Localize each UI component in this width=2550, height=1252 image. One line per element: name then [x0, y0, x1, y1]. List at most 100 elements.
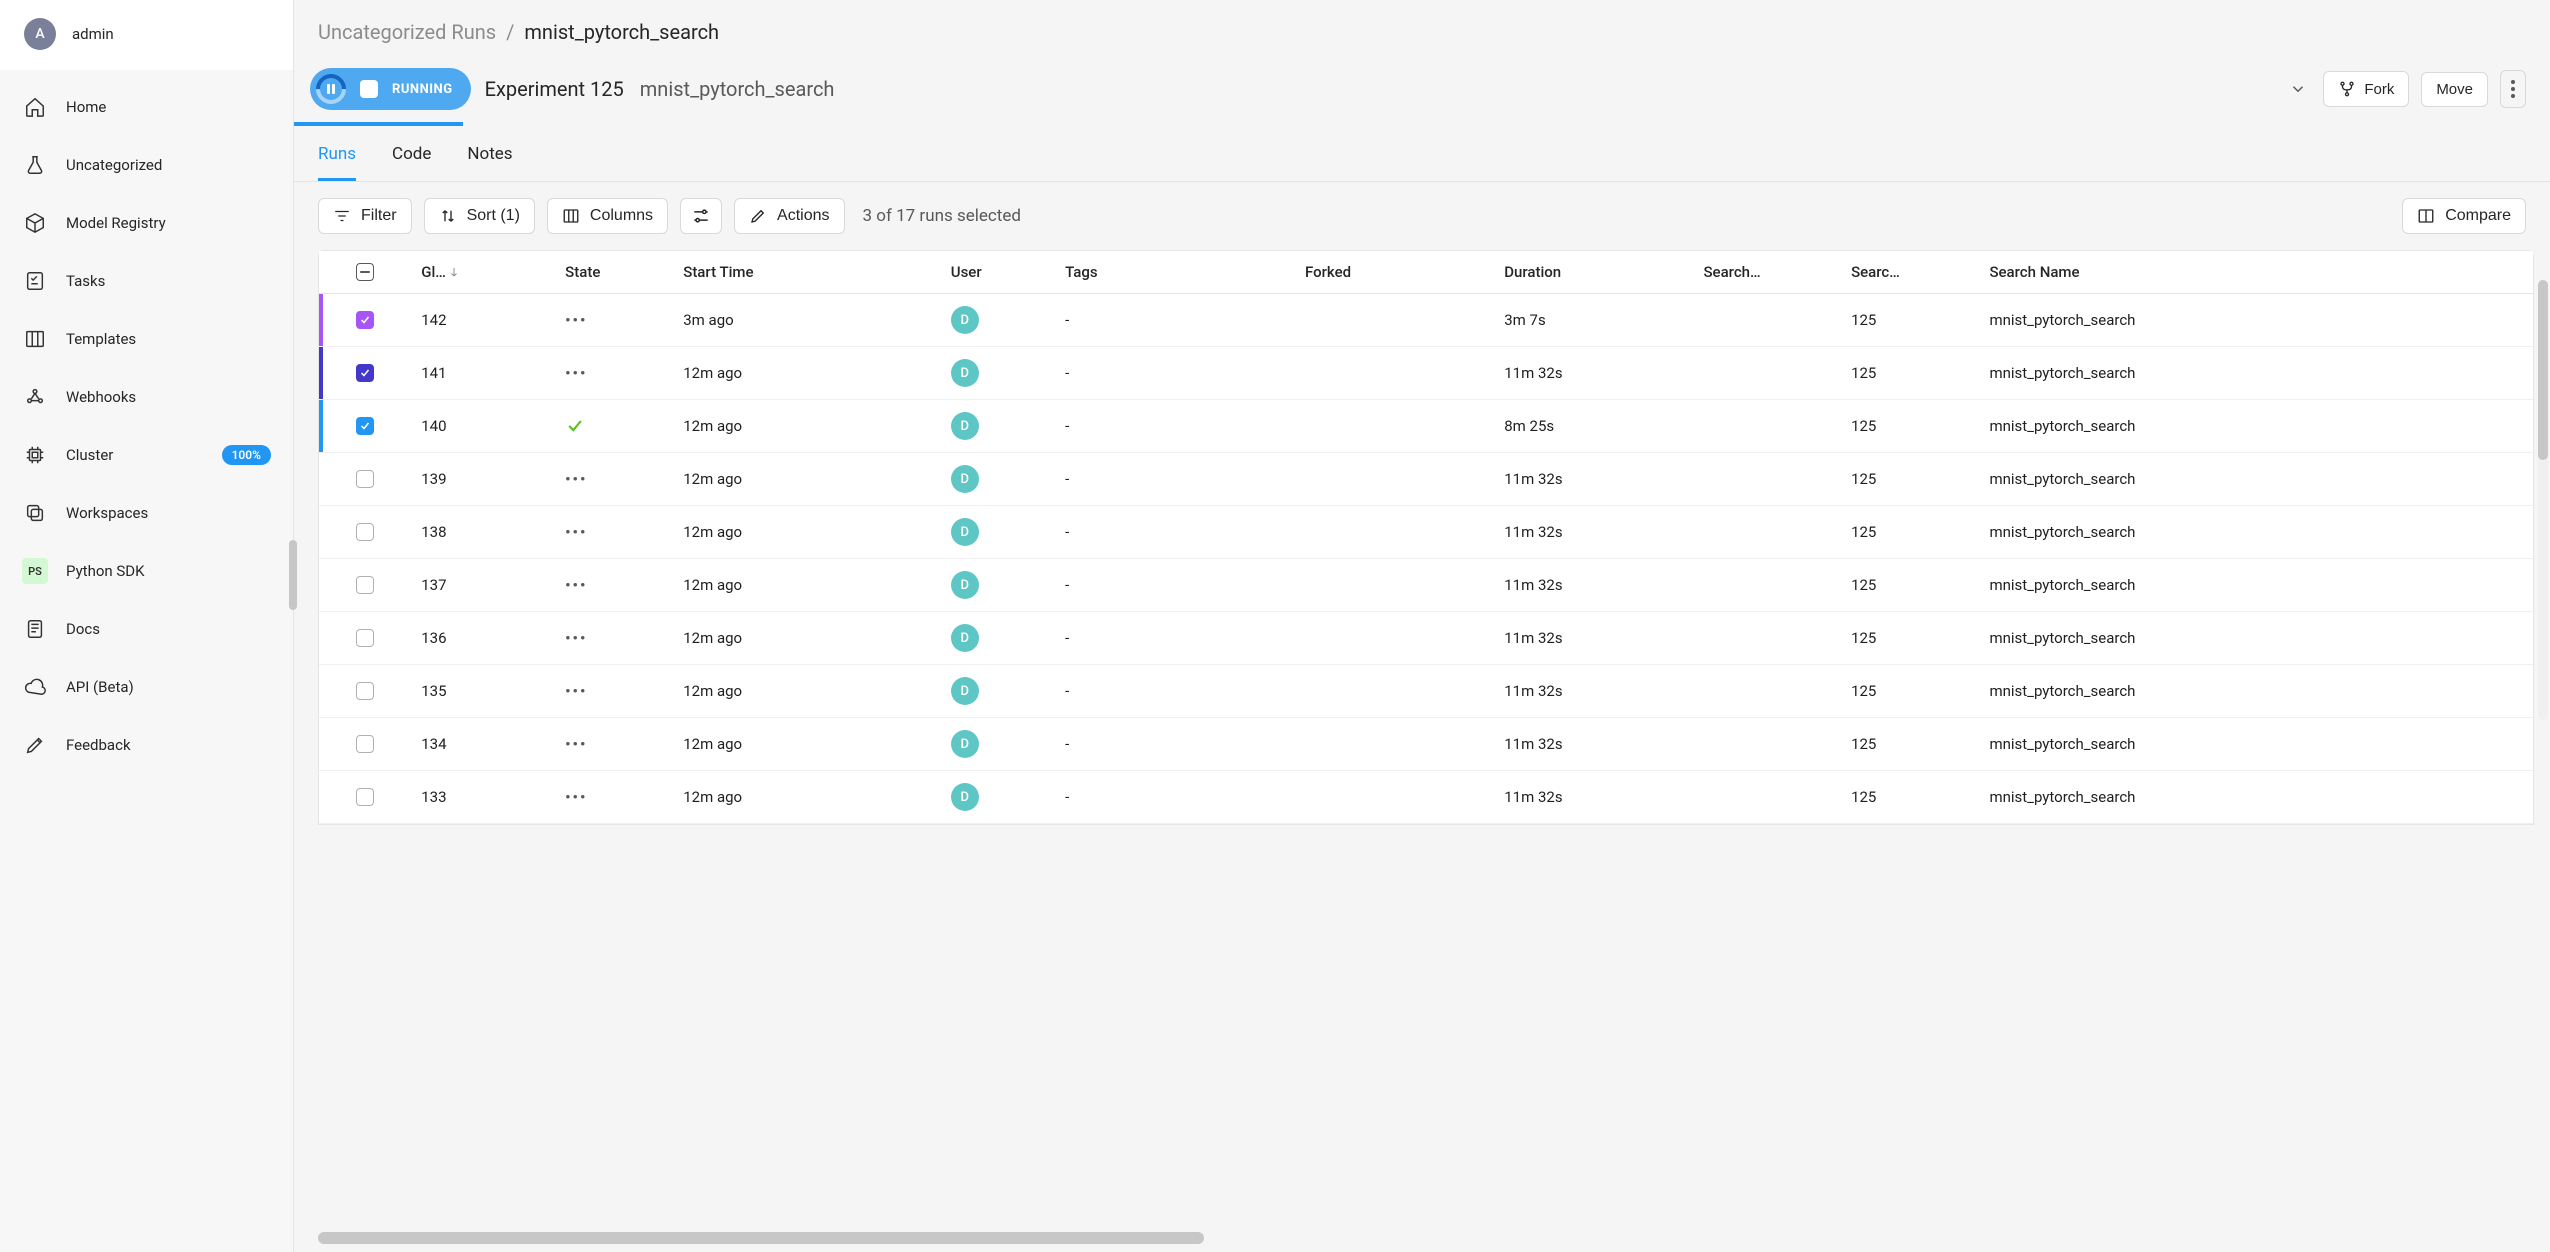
row-checkbox[interactable]: [356, 682, 374, 700]
cell-state[interactable]: •••: [555, 506, 673, 559]
more-menu-button[interactable]: [2500, 70, 2526, 108]
stop-button[interactable]: [360, 80, 378, 98]
col-global[interactable]: Gl…: [411, 251, 555, 294]
more-horizontal-icon[interactable]: •••: [565, 470, 587, 488]
tab-code[interactable]: Code: [392, 144, 431, 181]
more-vertical-icon: [2511, 80, 2515, 98]
cell-state[interactable]: •••: [555, 718, 673, 771]
spinner-icon: [310, 68, 352, 110]
sidebar-item-home[interactable]: Home: [0, 78, 293, 136]
tab-notes[interactable]: Notes: [467, 144, 512, 181]
col-start[interactable]: Start Time: [673, 251, 941, 294]
table-row[interactable]: 14012m agoD-8m 25s125mnist_pytorch_searc…: [319, 400, 2533, 453]
row-checkbox[interactable]: [356, 629, 374, 647]
table-row[interactable]: 136•••12m agoD-11m 32s125mnist_pytorch_s…: [319, 612, 2533, 665]
row-checkbox[interactable]: [356, 417, 374, 435]
row-checkbox[interactable]: [356, 470, 374, 488]
table-row[interactable]: 139•••12m agoD-11m 32s125mnist_pytorch_s…: [319, 453, 2533, 506]
row-checkbox[interactable]: [356, 735, 374, 753]
cell-global: 138: [411, 506, 555, 559]
row-checkbox[interactable]: [356, 311, 374, 329]
horizontal-scrollbar[interactable]: [318, 1232, 2534, 1244]
more-horizontal-icon[interactable]: •••: [565, 629, 587, 647]
row-checkbox[interactable]: [356, 523, 374, 541]
sidebar-item-tasks[interactable]: Tasks: [0, 252, 293, 310]
more-horizontal-icon[interactable]: •••: [565, 682, 587, 700]
cell-duration: 11m 32s: [1494, 453, 1693, 506]
cell-duration: 11m 32s: [1494, 665, 1693, 718]
sidebar-item-cluster[interactable]: Cluster 100%: [0, 426, 293, 484]
col-duration[interactable]: Duration: [1494, 251, 1693, 294]
tab-runs[interactable]: Runs: [318, 144, 356, 181]
sidebar-item-docs[interactable]: Docs: [0, 600, 293, 658]
collapse-toggle[interactable]: [2285, 76, 2311, 102]
col-searcher[interactable]: Search…: [1693, 251, 1841, 294]
cell-searcher: [1693, 294, 1841, 347]
breadcrumb: Uncategorized Runs / mnist_pytorch_searc…: [294, 0, 2550, 56]
table-row[interactable]: 138•••12m agoD-11m 32s125mnist_pytorch_s…: [319, 506, 2533, 559]
vertical-scroll-thumb[interactable]: [2538, 280, 2548, 460]
sidebar-item-python-sdk[interactable]: PS Python SDK: [0, 542, 293, 600]
more-horizontal-icon[interactable]: •••: [565, 523, 587, 541]
cell-state[interactable]: •••: [555, 294, 673, 347]
cell-searcher: [1693, 559, 1841, 612]
pause-icon[interactable]: [325, 83, 337, 95]
sidebar-nav: Home Uncategorized Model Registry Tasks: [0, 70, 293, 1252]
breadcrumb-parent[interactable]: Uncategorized Runs: [318, 20, 496, 44]
sidebar-item-workspaces[interactable]: Workspaces: [0, 484, 293, 542]
horizontal-scroll-thumb[interactable]: [318, 1232, 1204, 1244]
sidebar-item-api[interactable]: API (Beta): [0, 658, 293, 716]
cell-global: 133: [411, 771, 555, 824]
cell-state[interactable]: •••: [555, 347, 673, 400]
table-row[interactable]: 142•••3m agoD-3m 7s125mnist_pytorch_sear…: [319, 294, 2533, 347]
fork-button[interactable]: Fork: [2323, 71, 2409, 107]
settings-button[interactable]: [680, 198, 722, 234]
col-search-id[interactable]: Searc…: [1841, 251, 1979, 294]
table-row[interactable]: 141•••12m agoD-11m 32s125mnist_pytorch_s…: [319, 347, 2533, 400]
cell-state[interactable]: •••: [555, 559, 673, 612]
row-checkbox[interactable]: [356, 364, 374, 382]
col-search-name[interactable]: Search Name: [1979, 251, 2533, 294]
sidebar-item-templates[interactable]: Templates: [0, 310, 293, 368]
table-row[interactable]: 133•••12m agoD-11m 32s125mnist_pytorch_s…: [319, 771, 2533, 824]
col-tags[interactable]: Tags: [1055, 251, 1295, 294]
move-label: Move: [2436, 81, 2473, 98]
cell-state[interactable]: •••: [555, 612, 673, 665]
cell-searcher: [1693, 453, 1841, 506]
table-row[interactable]: 135•••12m agoD-11m 32s125mnist_pytorch_s…: [319, 665, 2533, 718]
filter-button[interactable]: Filter: [318, 198, 412, 234]
cell-forked: [1295, 665, 1494, 718]
header-checkbox[interactable]: [356, 263, 374, 281]
sort-button[interactable]: Sort (1): [424, 198, 535, 234]
more-horizontal-icon[interactable]: •••: [565, 788, 587, 806]
sidebar-user[interactable]: A admin: [0, 0, 293, 70]
col-state[interactable]: State: [555, 251, 673, 294]
cell-global: 134: [411, 718, 555, 771]
compare-button[interactable]: Compare: [2402, 198, 2526, 234]
cell-state[interactable]: •••: [555, 771, 673, 824]
row-checkbox[interactable]: [356, 788, 374, 806]
table-row[interactable]: 137•••12m agoD-11m 32s125mnist_pytorch_s…: [319, 559, 2533, 612]
sidebar-item-feedback[interactable]: Feedback: [0, 716, 293, 774]
move-button[interactable]: Move: [2421, 72, 2488, 107]
col-forked[interactable]: Forked: [1295, 251, 1494, 294]
app-root: A admin Home Uncategorized Model Regis: [0, 0, 2550, 1252]
more-horizontal-icon[interactable]: •••: [565, 735, 587, 753]
sidebar-item-webhooks[interactable]: Webhooks: [0, 368, 293, 426]
cell-state[interactable]: [555, 400, 673, 453]
col-user[interactable]: User: [941, 251, 1055, 294]
vertical-scrollbar[interactable]: [2538, 280, 2548, 720]
cell-state[interactable]: •••: [555, 453, 673, 506]
table-row[interactable]: 134•••12m agoD-11m 32s125mnist_pytorch_s…: [319, 718, 2533, 771]
cell-global: 139: [411, 453, 555, 506]
actions-button[interactable]: Actions: [734, 198, 844, 234]
cell-state[interactable]: •••: [555, 665, 673, 718]
sidebar-item-uncategorized[interactable]: Uncategorized: [0, 136, 293, 194]
row-checkbox[interactable]: [356, 576, 374, 594]
more-horizontal-icon[interactable]: •••: [565, 311, 587, 329]
sidebar-item-model-registry[interactable]: Model Registry: [0, 194, 293, 252]
cell-user: D: [941, 665, 1055, 718]
more-horizontal-icon[interactable]: •••: [565, 576, 587, 594]
more-horizontal-icon[interactable]: •••: [565, 364, 587, 382]
columns-button[interactable]: Columns: [547, 198, 668, 234]
